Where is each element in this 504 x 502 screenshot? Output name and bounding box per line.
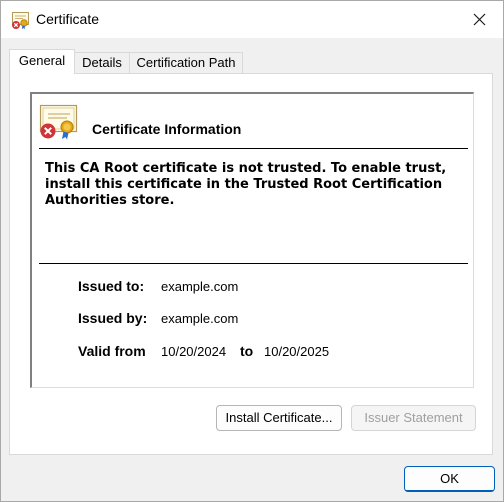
- ok-button[interactable]: OK: [404, 466, 495, 492]
- issued-to-label: Issued to:: [78, 278, 145, 294]
- issued-by-value: example.com: [161, 311, 239, 326]
- certificate-info-box: Certificate Information This CA Root cer…: [30, 92, 474, 388]
- valid-from-value: 10/20/2024: [161, 344, 227, 359]
- close-icon: [473, 13, 486, 26]
- valid-from-label: Valid from: [78, 343, 146, 359]
- certificate-error-icon: [39, 104, 79, 140]
- title-bar: Certificate: [1, 1, 503, 38]
- general-tab-panel: Certificate Information This CA Root cer…: [9, 73, 493, 455]
- issued-by-label: Issued by:: [78, 310, 148, 326]
- certificate-information-heading: Certificate Information: [92, 121, 242, 137]
- trust-warning-text: This CA Root certificate is not trusted.…: [45, 161, 447, 208]
- install-certificate-button[interactable]: Install Certificate...: [216, 405, 342, 431]
- certificate-error-icon: [11, 10, 31, 30]
- details-divider: [39, 263, 468, 264]
- tab-general[interactable]: General: [9, 49, 75, 74]
- valid-to-label: to: [240, 343, 254, 359]
- window-title: Certificate: [36, 11, 100, 27]
- tab-details[interactable]: Details: [74, 52, 130, 73]
- issued-to-value: example.com: [161, 279, 239, 294]
- certificate-dialog: Certificate General Details Certificatio…: [0, 0, 504, 502]
- valid-to-value: 10/20/2025: [264, 344, 330, 359]
- close-button[interactable]: [457, 1, 503, 38]
- tab-certification-path[interactable]: Certification Path: [129, 52, 243, 73]
- heading-divider: [39, 148, 468, 149]
- issuer-statement-button[interactable]: Issuer Statement: [351, 405, 476, 431]
